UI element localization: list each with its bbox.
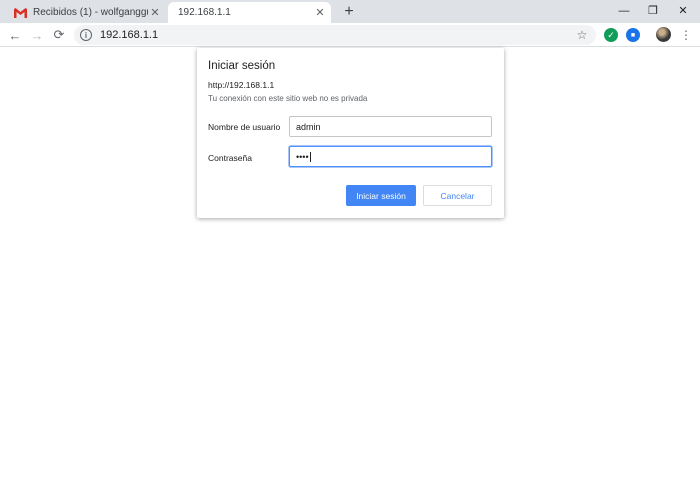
menu-kebab-icon[interactable]: ⋮ — [680, 27, 692, 43]
minimize-button[interactable]: — — [613, 2, 635, 20]
new-tab-button[interactable]: + — [340, 2, 358, 22]
username-label: Nombre de usuario — [208, 122, 281, 132]
profile-avatar[interactable] — [656, 27, 671, 42]
text-caret — [309, 151, 311, 162]
forward-button[interactable]: → — [28, 26, 46, 44]
tab-gmail[interactable]: Recibidos (1) - wolfganggutierrez ✕ — [8, 2, 166, 23]
password-label: Contraseña — [208, 153, 252, 163]
cancel-button[interactable]: Cancelar — [423, 185, 492, 206]
back-button[interactable]: ← — [6, 26, 24, 44]
tab-close-icon[interactable]: ✕ — [313, 6, 327, 19]
sign-in-dialog: Iniciar sesión http://192.168.1.1 Tu con… — [197, 48, 504, 218]
reload-button[interactable]: ⟳ — [50, 26, 68, 44]
tab-strip: Recibidos (1) - wolfganggutierrez ✕ 192.… — [0, 0, 700, 23]
privacy-warning: Tu conexión con este sitio web no es pri… — [208, 94, 368, 103]
info-icon[interactable]: i — [80, 29, 92, 41]
check-extension-icon[interactable]: ✓ — [604, 28, 618, 42]
gmail-icon — [14, 7, 27, 18]
window-close-button[interactable]: ✕ — [672, 2, 694, 20]
tab-router[interactable]: 192.168.1.1 ✕ — [168, 2, 331, 23]
username-field[interactable]: admin — [289, 116, 492, 137]
bookmark-star-icon[interactable]: ☆ — [574, 28, 590, 42]
tab-title: 192.168.1.1 — [178, 7, 231, 18]
sign-in-button[interactable]: Iniciar sesión — [346, 185, 416, 206]
dialog-url: http://192.168.1.1 — [208, 80, 275, 90]
password-field[interactable]: •••• — [289, 146, 492, 167]
tab-title: Recibidos (1) - wolfganggutierrez — [33, 7, 148, 18]
address-text[interactable]: 192.168.1.1 — [100, 29, 574, 41]
restore-button[interactable]: ❐ — [642, 2, 664, 20]
username-value: admin — [296, 121, 321, 132]
blue-extension-icon[interactable]: ■ — [626, 28, 640, 42]
browser-toolbar: ← → ⟳ i 192.168.1.1 ☆ ✓ ■ ⋮ — [0, 23, 700, 47]
dialog-title: Iniciar sesión — [208, 60, 276, 72]
password-value: •••• — [296, 151, 309, 162]
address-bar[interactable]: i 192.168.1.1 ☆ — [74, 25, 596, 45]
tab-close-icon[interactable]: ✕ — [148, 6, 162, 19]
